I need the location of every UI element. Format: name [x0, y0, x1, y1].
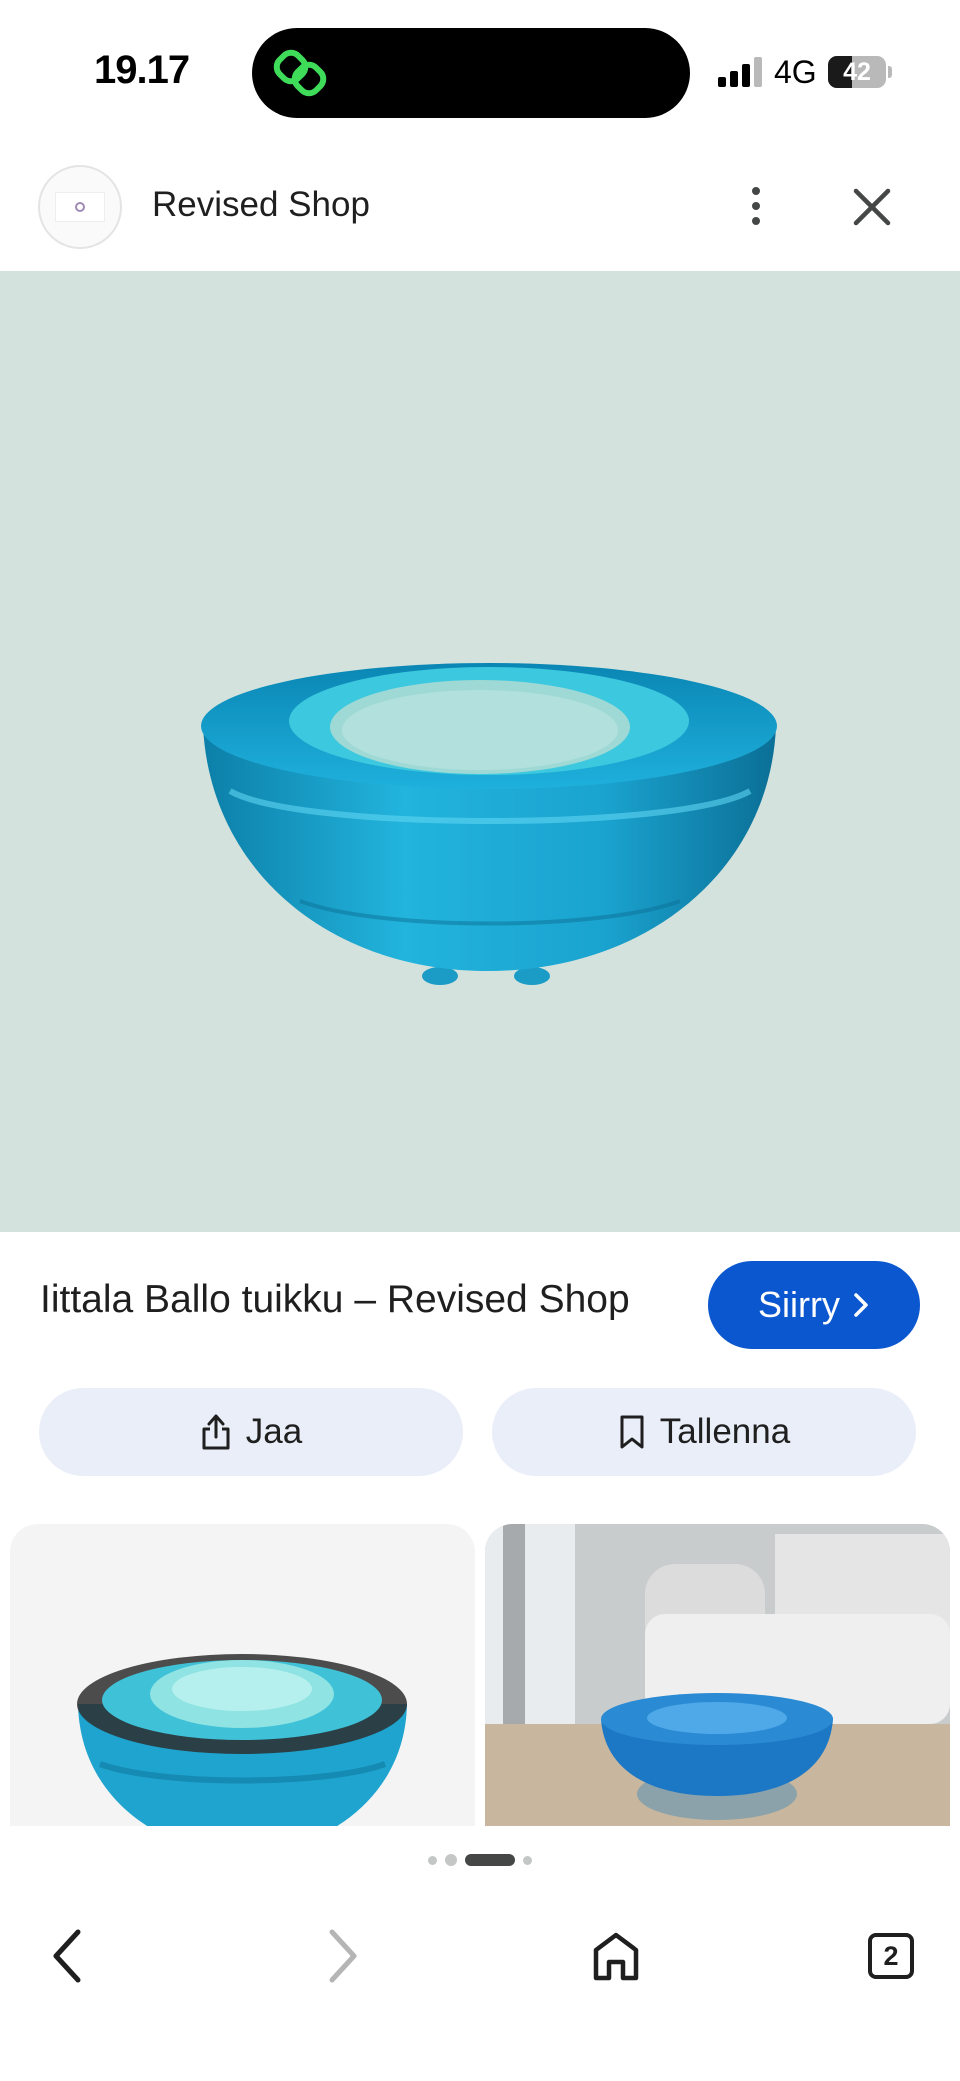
visit-button-label: Siirry	[758, 1284, 840, 1325]
product-image[interactable]	[0, 271, 960, 1232]
site-name[interactable]: Revised Shop	[152, 185, 370, 225]
signal-icon	[718, 57, 762, 87]
network-type: 4G	[774, 54, 817, 90]
pager-dot-active	[465, 1854, 515, 1866]
chevron-right-icon	[854, 1293, 868, 1317]
status-time: 19.17	[94, 48, 190, 92]
result-title[interactable]: Iittala Ballo tuikku – Revised Shop	[40, 1278, 630, 1322]
glass-bowl-illustration	[201, 663, 777, 985]
related-image-thumbnail[interactable]	[485, 1524, 950, 1826]
bottom-toolbar: 2	[0, 1880, 960, 2081]
link-app-icon	[273, 49, 327, 97]
home-icon	[593, 1932, 639, 1981]
share-icon	[202, 1414, 230, 1450]
back-button[interactable]	[28, 1916, 108, 1996]
forward-button[interactable]	[302, 1916, 382, 1996]
pager-dot	[523, 1855, 532, 1865]
back-icon	[53, 1929, 81, 1983]
home-button[interactable]	[576, 1916, 656, 1996]
glass-bowl-room-thumbnail	[485, 1524, 950, 1826]
page-header: Revised Shop	[0, 145, 960, 271]
site-favicon	[38, 165, 122, 249]
visit-button[interactable]: Siirry	[708, 1261, 920, 1349]
save-button[interactable]: Tallenna	[492, 1388, 916, 1476]
tabs-icon: 2	[868, 1933, 914, 1979]
battery-icon: 42	[828, 56, 892, 88]
dynamic-island	[252, 28, 690, 118]
share-button-label: Jaa	[245, 1412, 303, 1451]
tabs-count: 2	[883, 1940, 899, 1971]
pager-dot	[428, 1855, 437, 1865]
close-icon[interactable]	[846, 181, 898, 233]
pager-dot	[445, 1854, 457, 1866]
more-vert-icon[interactable]	[726, 175, 786, 237]
tabs-button[interactable]: 2	[851, 1916, 931, 1996]
battery-percent: 42	[843, 58, 871, 86]
bookmark-icon	[620, 1415, 644, 1449]
save-button-label: Tallenna	[659, 1412, 791, 1451]
share-button[interactable]: Jaa	[39, 1388, 463, 1476]
related-image-thumbnail[interactable]	[10, 1524, 475, 1826]
forward-icon	[329, 1929, 357, 1983]
pager-dots	[0, 1850, 960, 1870]
status-bar: 19.17 4G 42	[0, 0, 960, 145]
glass-bowl-thumbnail	[77, 1654, 407, 1826]
